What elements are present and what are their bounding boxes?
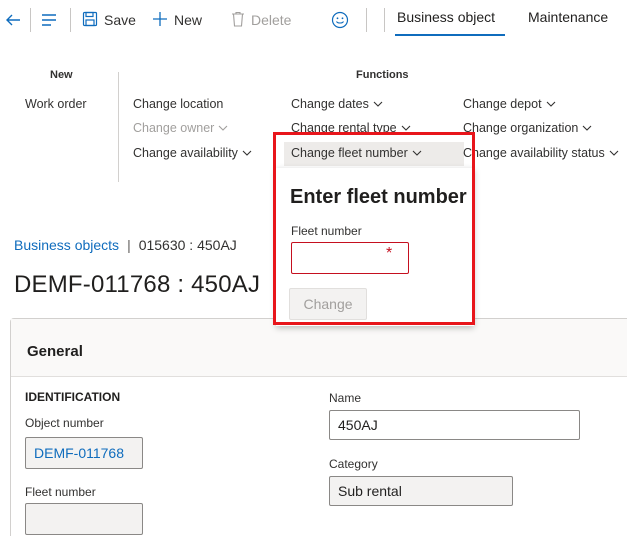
change-dates-button[interactable]: Change dates (291, 97, 383, 111)
change-availability-button[interactable]: Change availability (133, 146, 252, 160)
change-fleet-number-button[interactable]: Change fleet number (291, 146, 422, 160)
fleet-number-field[interactable] (25, 503, 143, 535)
change-location-label: Change location (133, 97, 224, 111)
change-rental-type-label: Change rental type (291, 121, 397, 135)
change-owner-button[interactable]: Change owner (133, 121, 228, 135)
chevron-down-icon (412, 150, 422, 156)
flyout-fleet-number-label: Fleet number (291, 224, 362, 238)
required-marker: * (386, 245, 393, 262)
chevron-down-icon (609, 150, 619, 156)
object-number-value: DEMF-011768 (34, 445, 125, 461)
plus-icon (152, 11, 168, 30)
tab-maintenance[interactable]: Maintenance (528, 9, 608, 25)
smiley-icon[interactable] (331, 8, 349, 32)
change-availability-label: Change availability (133, 146, 238, 160)
name-label: Name (329, 391, 362, 405)
new-label: New (174, 12, 203, 28)
change-fleet-number-label: Change fleet number (291, 146, 408, 160)
chevron-down-icon (242, 150, 252, 156)
change-depot-label: Change depot (463, 97, 542, 111)
delete-label: Delete (251, 12, 292, 28)
chevron-down-icon (582, 125, 592, 131)
work-order-button[interactable]: Work order (25, 97, 87, 111)
breadcrumb-link[interactable]: Business objects (14, 237, 119, 253)
change-dates-label: Change dates (291, 97, 369, 111)
page-title: DEMF-011768 : 450AJ (14, 271, 261, 298)
change-location-button[interactable]: Change location (133, 97, 223, 111)
breadcrumb-current: 015630 : 450AJ (138, 237, 237, 253)
object-number-label: Object number (25, 416, 104, 430)
change-availability-status-label: Change availability status (463, 146, 605, 160)
back-arrow-icon[interactable] (4, 8, 22, 32)
group-label-functions: Functions (356, 69, 409, 81)
change-button[interactable]: Change (289, 288, 367, 320)
ribbon-divider (118, 72, 119, 182)
chevron-down-icon (546, 101, 555, 107)
category-field[interactable]: Sub rental (329, 476, 513, 506)
delete-icon (231, 11, 245, 30)
chevron-down-icon (373, 101, 383, 107)
save-icon (82, 11, 98, 30)
tab-business-object[interactable]: Business object (397, 9, 495, 25)
general-card-header[interactable]: General (11, 319, 627, 377)
flyout-title: Enter fleet number (290, 186, 467, 208)
breadcrumb-separator: | (127, 237, 131, 253)
save-button[interactable]: Save (82, 9, 136, 31)
new-button[interactable]: New (152, 9, 202, 31)
identification-section-label: IDENTIFICATION (25, 390, 121, 404)
change-owner-label: Change owner (133, 121, 215, 135)
change-availability-status-button[interactable]: Change availability status (463, 146, 619, 160)
toolbar-divider (384, 8, 385, 32)
change-depot-button[interactable]: Change depot (463, 97, 556, 111)
chevron-down-icon (218, 125, 228, 131)
name-value: 450AJ (338, 417, 378, 433)
delete-button[interactable]: Delete (231, 9, 291, 31)
change-organization-label: Change organization (463, 121, 579, 135)
category-label: Category (329, 457, 378, 471)
name-field[interactable]: 450AJ (329, 410, 580, 440)
breadcrumb: Business objects | 015630 : 450AJ (14, 237, 237, 253)
toolbar-divider (70, 8, 71, 32)
category-value: Sub rental (338, 483, 402, 499)
hamburger-icon[interactable] (40, 8, 58, 32)
general-card-title: General (27, 343, 83, 360)
toolbar-divider (366, 8, 367, 32)
chevron-down-icon (401, 125, 411, 131)
save-label: Save (104, 12, 136, 28)
active-tab-indicator (395, 34, 505, 36)
fleet-number-label: Fleet number (25, 485, 96, 499)
change-rental-type-button[interactable]: Change rental type (291, 121, 411, 135)
toolbar-divider (30, 8, 31, 32)
object-number-field[interactable]: DEMF-011768 (25, 437, 143, 469)
action-pane: Save New Delete Business object Maintena… (0, 0, 627, 40)
change-organization-button[interactable]: Change organization (463, 121, 592, 135)
group-label-new: New (50, 69, 73, 81)
